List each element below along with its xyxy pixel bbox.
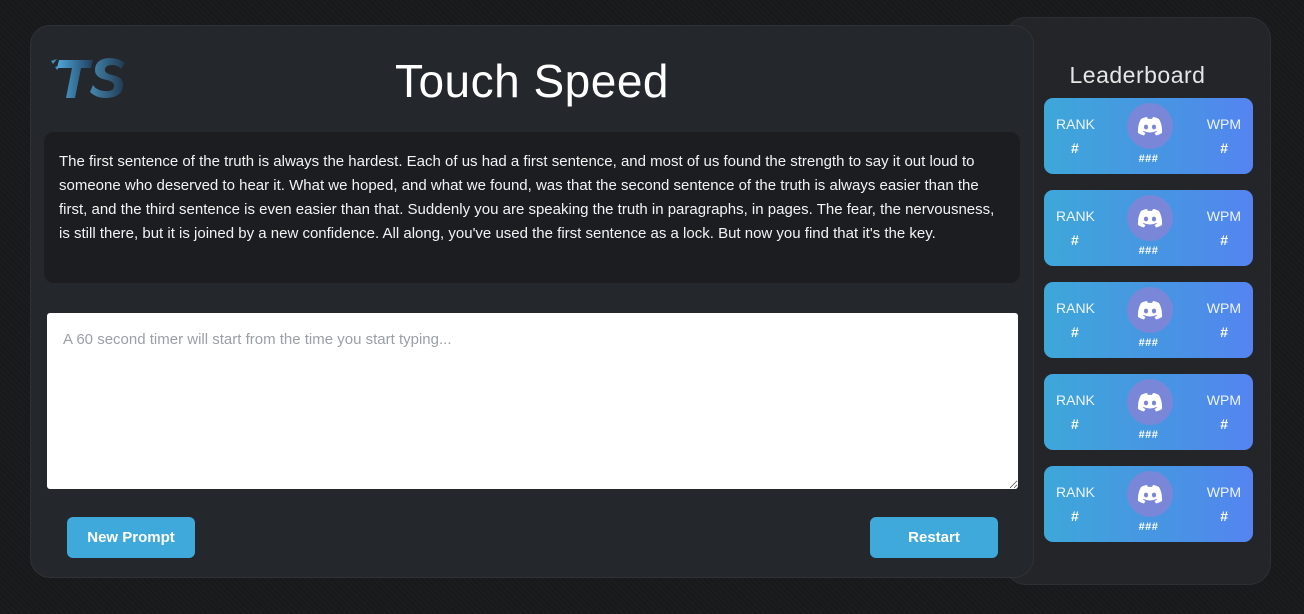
app-title: Touch Speed <box>394 55 670 107</box>
prompt-text: The first sentence of the truth is alway… <box>44 132 1020 283</box>
typing-input[interactable] <box>47 313 1018 489</box>
wpm-label: WPM <box>1206 208 1241 224</box>
wpm-label: WPM <box>1206 116 1241 132</box>
leaderboard-entry: RANK # ### WPM # <box>1044 466 1253 542</box>
leaderboard-entry: RANK # ### WPM # <box>1044 190 1253 266</box>
rank-label: RANK <box>1056 484 1095 500</box>
rank-label: RANK <box>1056 300 1095 316</box>
wpm-label: WPM <box>1206 484 1241 500</box>
discord-icon <box>1127 471 1173 517</box>
wpm-value: # <box>1220 232 1228 248</box>
discord-icon <box>1127 195 1173 241</box>
new-prompt-button[interactable]: New Prompt <box>67 517 195 558</box>
discord-icon <box>1127 379 1173 425</box>
leaderboard-list: RANK # ### WPM # RANK # ### WPM # RANK # <box>1044 98 1254 558</box>
rank-label: RANK <box>1056 208 1095 224</box>
leaderboard-entry: RANK # ### WPM # <box>1044 374 1253 450</box>
discord-icon <box>1127 287 1173 333</box>
restart-button[interactable]: Restart <box>870 517 998 558</box>
leaderboard-panel: Leaderboard RANK # ### WPM # RANK # ### … <box>1004 17 1271 585</box>
wpm-value: # <box>1220 416 1228 432</box>
leaderboard-title: Leaderboard <box>1069 62 1206 88</box>
wpm-label: WPM <box>1206 300 1241 316</box>
leaderboard-entry: RANK # ### WPM # <box>1044 282 1253 358</box>
wpm-label: WPM <box>1206 392 1241 408</box>
discord-icon <box>1127 103 1173 149</box>
rank-label: RANK <box>1056 116 1095 132</box>
main-panel: Touch Speed The first sentence of the tr… <box>30 25 1034 578</box>
wpm-value: # <box>1220 140 1228 156</box>
wpm-value: # <box>1220 324 1228 340</box>
wpm-value: # <box>1220 508 1228 524</box>
rank-label: RANK <box>1056 392 1095 408</box>
leaderboard-entry: RANK # ### WPM # <box>1044 98 1253 174</box>
